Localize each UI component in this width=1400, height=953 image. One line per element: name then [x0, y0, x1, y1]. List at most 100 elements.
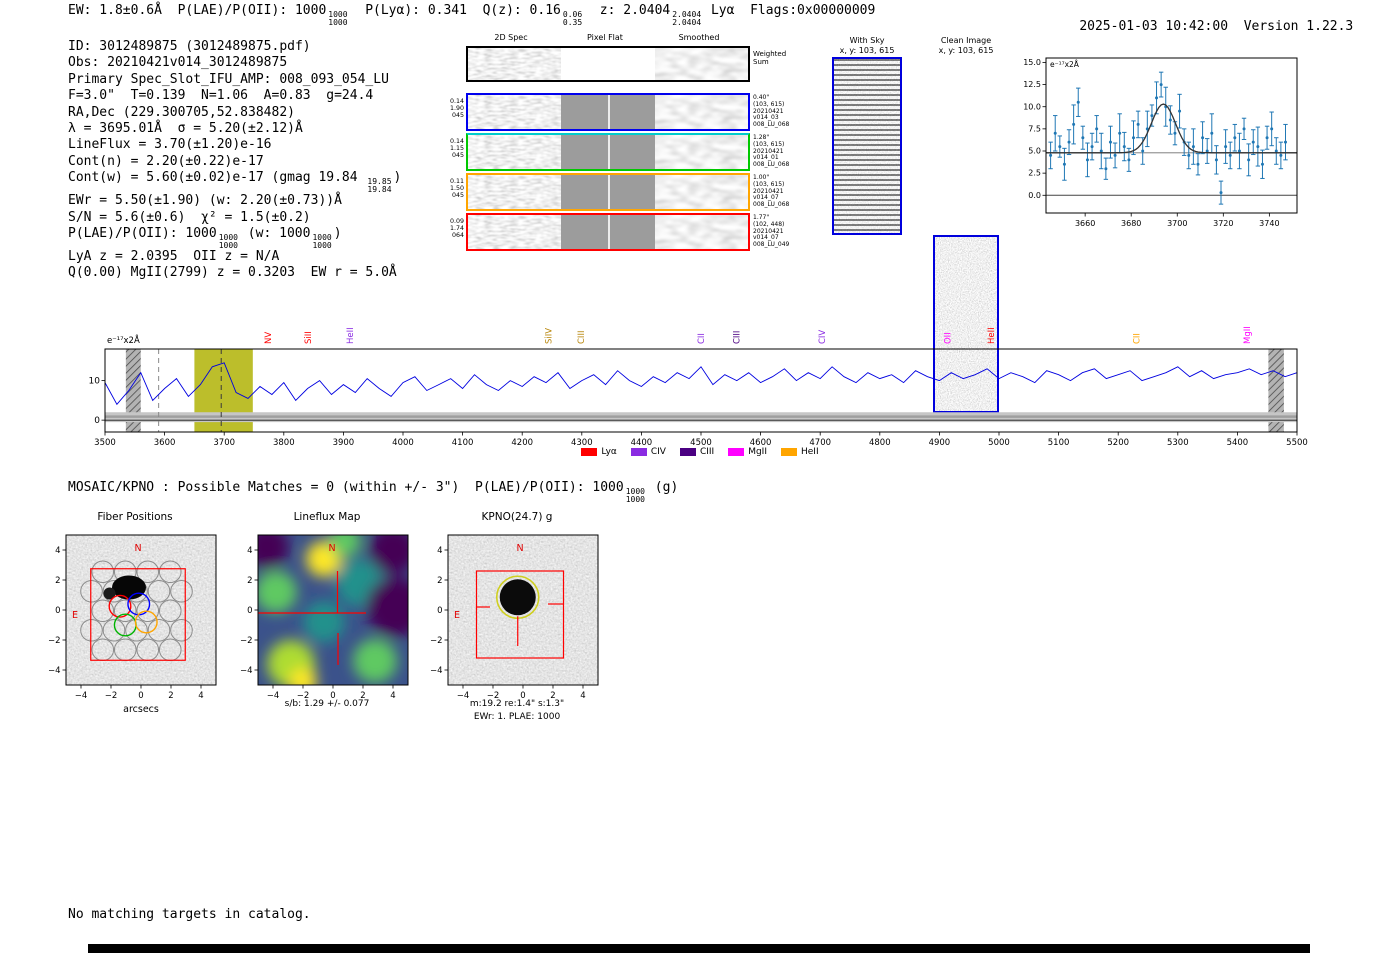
info-line: P(LAE)/P(OII): 1000 1000 1000 (w: 1000 1000… [68, 226, 342, 250]
svg-text:0: 0 [55, 606, 60, 616]
stacked-fraction: 1000 1000 [625, 487, 645, 504]
lineflux-map-title: Lineflux Map [293, 511, 361, 523]
lineflux-map-plot: N−4−4−2−2002244 [240, 534, 409, 701]
legend-item: Lyα [581, 447, 617, 457]
flat-center-line [607, 215, 610, 249]
info-line: LyA z = 2.0395 OII z = N/A [68, 249, 280, 265]
mosaic-match-line: MOSAIC/KPNO : Possible Matches = 0 (with… [68, 480, 679, 504]
svg-text:10.0: 10.0 [1023, 102, 1041, 111]
svg-text:−4: −4 [48, 666, 61, 676]
spec2d-row: 0.14 1.90 045 0.40" (103, 615) 20210421 v014_0… [440, 93, 807, 131]
svg-text:2: 2 [168, 691, 173, 701]
spec2d-row: 0.14 1.15 045 1.28" (103, 615) 20210421 v014_0… [440, 133, 807, 171]
spec2d-row-strip [466, 213, 750, 251]
svg-text:−2: −2 [48, 636, 61, 646]
info-line: Cont(n) = 2.20(±0.22)e-17 [68, 153, 264, 169]
smoothed-image [654, 95, 748, 129]
spec2d-row-strip [466, 173, 750, 211]
svg-text:12.5: 12.5 [1023, 80, 1041, 89]
svg-text:e⁻¹⁷x2Å: e⁻¹⁷x2Å [107, 334, 140, 346]
fiber-positions-plot: N E −4 −4 −2 −2 0 0 2 2 4 4 arcsecs [48, 534, 217, 715]
svg-text:15.0: 15.0 [1023, 58, 1041, 67]
svg-text:e⁻¹⁷x2Å: e⁻¹⁷x2Å [1050, 60, 1080, 69]
svg-text:CIII: CIII [732, 331, 742, 344]
svg-text:2: 2 [247, 576, 252, 586]
flat-center-line [607, 175, 610, 209]
kpno-image-plot: NE−4−4−2−2002244 [430, 534, 599, 701]
svg-text:CIII: CIII [577, 331, 587, 344]
svg-text:0: 0 [247, 606, 252, 616]
svg-text:4: 4 [247, 546, 252, 556]
smoothed-image [654, 175, 748, 209]
svg-text:−2: −2 [105, 691, 118, 701]
svg-text:CII: CII [1132, 333, 1142, 344]
full-spectrum-chart: 3500 3600 3700 3800 3900 4000 4100 4200 4300 4400… [89, 326, 1308, 448]
svg-text:3680: 3680 [1121, 219, 1141, 228]
spec2d-row: 0.11 1.50 045 1.00" (103, 615) 20210421 v014_0… [440, 173, 807, 211]
kpno-image-title: KPNO(24.7) g [481, 511, 553, 523]
spec2d-image [468, 215, 562, 249]
stacked-fraction: 2.0404 2.0404 [672, 10, 702, 27]
spec2d-row-right-labels: 1.77" (102, 448) 20210421 v014_07 008_LU_049 [753, 214, 790, 249]
svg-text:2: 2 [437, 576, 442, 586]
info-line: Q(0.00) MgII(2799) z = 0.3203 EW r = 5.0… [68, 265, 397, 281]
footer-note: No matching targets in catalog. Row inte… [68, 874, 311, 953]
svg-text:5.0: 5.0 [1028, 147, 1041, 156]
svg-text:E: E [72, 610, 78, 621]
info-line: Cont(w) = 5.60(±0.02)e-17 (gmag 19.84 19… [68, 170, 402, 194]
legend-label: Lyα [601, 447, 617, 457]
svg-text:N: N [328, 543, 335, 554]
with-sky-image [832, 57, 902, 235]
spec2d-row-left-labels: 0.11 1.50 045 [449, 178, 464, 199]
sky-stripes-texture [834, 59, 900, 233]
stacked-fraction: 19.85 19.84 [367, 177, 392, 194]
spec2d-col-title-pixelflat: Pixel Flat [587, 33, 623, 42]
svg-text:0: 0 [94, 416, 100, 426]
info-line: λ = 3695.01Å σ = 5.20(±2.12)Å [68, 121, 303, 137]
report-version: Version 1.22.3 [1243, 19, 1354, 35]
svg-text:SiII: SiII [304, 331, 314, 344]
stacked-fraction: 1000 1000 [312, 233, 332, 250]
bottom-divider [88, 944, 1310, 953]
svg-text:4: 4 [198, 691, 203, 701]
svg-text:E: E [454, 610, 460, 621]
svg-text:MgII: MgII [1243, 326, 1253, 344]
spectrum-legend: Lyα CIV CIII MgII HeII [0, 447, 1400, 457]
spec2d-row-right-labels: Weighted Sum [753, 50, 787, 66]
spec2d-row-left-labels: 0.14 1.90 045 [449, 98, 464, 119]
spec2d-row-left-labels [440, 46, 466, 51]
svg-text:2.5: 2.5 [1028, 169, 1041, 178]
spec2d-row-right-labels: 0.40" (103, 615) 20210421 v014_03 008_LU_068 [753, 94, 790, 129]
spec2d-col-title-smoothed: Smoothed [678, 33, 720, 42]
svg-text:NV: NV [264, 332, 274, 344]
info-line: EWr = 5.50(±1.90) (w: 2.20(±0.73))Å [68, 193, 342, 209]
pixel-flat-image [561, 48, 655, 80]
svg-text:CII: CII [697, 333, 707, 344]
svg-text:0: 0 [437, 606, 442, 616]
smoothed-image [654, 48, 748, 80]
spec2d-row-left-labels: 0.09 1.74 064 [449, 218, 464, 239]
svg-text:−4: −4 [75, 691, 88, 701]
spec2d-rows: Weighted Sum 0.14 1.90 045 0.40" (103, 615) 202… [440, 46, 807, 253]
legend-swatch [679, 448, 696, 456]
lineflux-caption: s/b: 1.29 +/- 0.077 [284, 699, 370, 709]
header-meta: 2025-01-03 10:42:00 Version 1.22.3 [1048, 3, 1353, 52]
pixel-flat-image [561, 175, 655, 209]
spec2d-row: 0.09 1.74 064 1.77" (102, 448) 20210421 v014_0… [440, 213, 807, 251]
svg-text:3740: 3740 [1259, 219, 1279, 228]
svg-text:0.0: 0.0 [1028, 191, 1041, 200]
svg-text:−4: −4 [430, 666, 443, 676]
clean-image-coords: x, y: 103, 615 [938, 46, 994, 55]
fiber-positions-title: Fiber Positions [97, 511, 173, 523]
spec2d-row-left-labels: 0.14 1.15 045 [449, 138, 464, 159]
svg-text:OII: OII [943, 332, 953, 344]
legend-label: CIII [699, 447, 715, 457]
info-line: F=3.0" T=0.139 N=1.06 A=0.83 g=24.4 [68, 88, 374, 104]
stacked-fraction: 0.06 0.35 [562, 10, 583, 27]
spec2d-row-strip [466, 93, 750, 131]
spec2d-image [468, 95, 562, 129]
svg-text:4: 4 [55, 546, 60, 556]
info-line: Obs: 20210421v014_3012489875 [68, 55, 288, 71]
stacked-fraction: 1000 1000 [218, 233, 238, 250]
info-line: Primary Spec_Slot_IFU_AMP: 008_093_054_L… [68, 71, 389, 87]
